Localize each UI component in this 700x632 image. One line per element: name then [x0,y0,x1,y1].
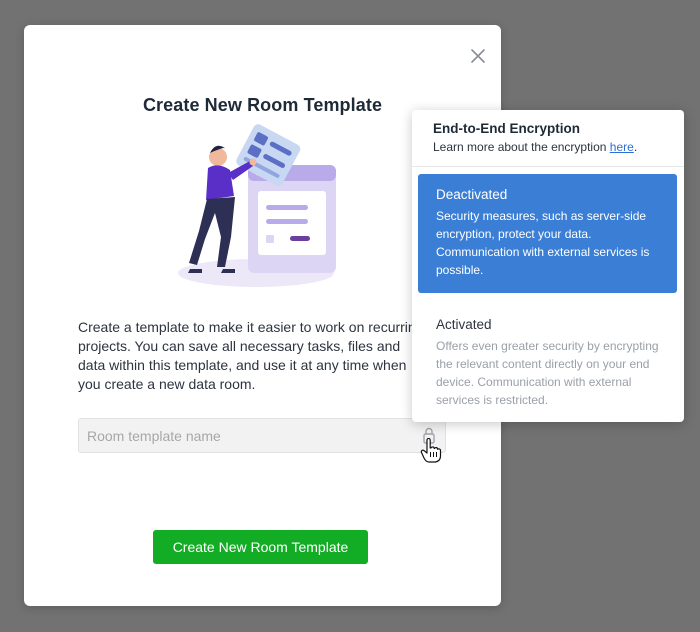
popover-subtitle-end: . [633,140,638,154]
room-template-name-input[interactable] [78,418,446,453]
option-description: Security measures, such as server-side e… [436,209,650,277]
option-title: Activated [436,317,492,332]
encryption-option-deactivated[interactable]: Deactivated Security measures, such as s… [418,174,677,293]
encryption-popover: End-to-End Encryption Learn more about t… [412,110,684,422]
encryption-option-activated[interactable]: Activated Offers even greater security b… [418,304,677,408]
popover-subtitle: Learn more about the encryption here. [433,140,637,154]
create-room-template-button[interactable]: Create New Room Template [153,530,368,564]
popover-header: End-to-End Encryption Learn more about t… [412,110,684,167]
encryption-info-link[interactable]: here [610,140,634,154]
lock-icon[interactable] [419,425,439,447]
close-icon[interactable] [469,47,487,65]
template-illustration [174,123,344,293]
option-description: Offers even greater security by encrypti… [436,339,659,407]
popover-title: End-to-End Encryption [433,121,580,136]
popover-subtitle-text: Learn more about the encryption [433,140,610,154]
option-title: Deactivated [436,187,508,202]
dialog-description: Create a template to make it easier to w… [78,319,424,392]
